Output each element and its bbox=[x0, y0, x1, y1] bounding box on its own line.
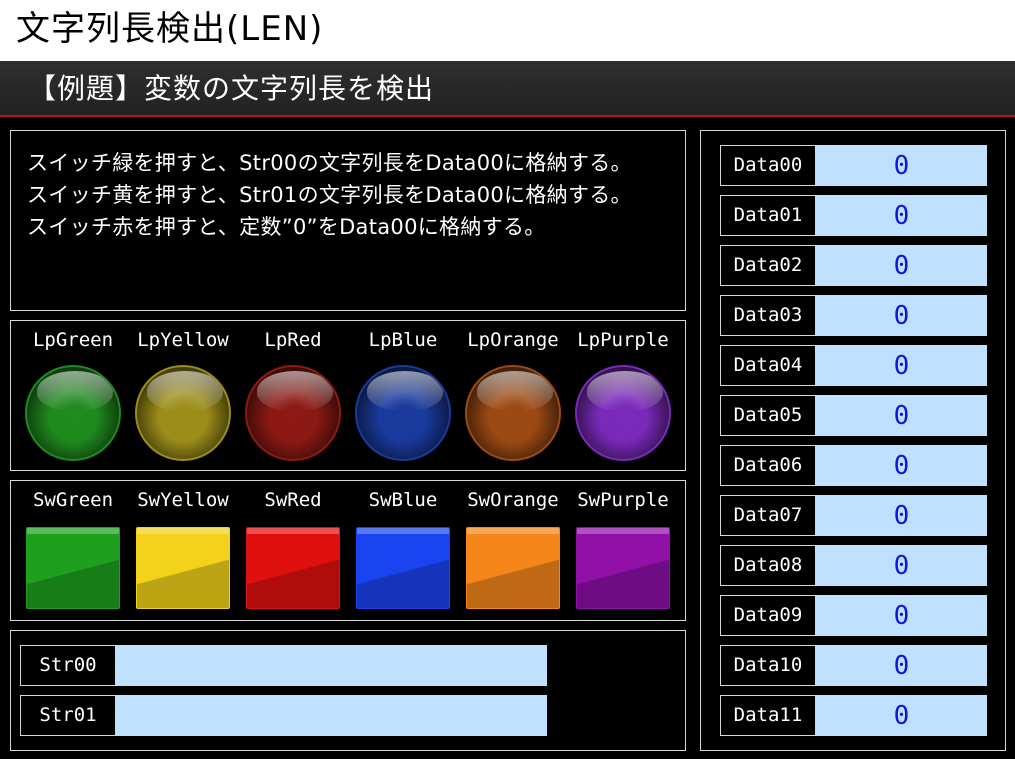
data09-label: Data09 bbox=[720, 595, 816, 636]
switch-label-orange: SwOrange bbox=[467, 489, 559, 511]
lamp-label-red: LpRed bbox=[264, 329, 322, 351]
switch-green-button[interactable] bbox=[26, 527, 120, 609]
switch-label-blue: SwBlue bbox=[368, 489, 438, 511]
data07-label: Data07 bbox=[720, 495, 816, 536]
data01-label: Data01 bbox=[720, 195, 816, 236]
switch-purple-button[interactable] bbox=[576, 527, 670, 609]
str00-input[interactable] bbox=[116, 645, 547, 686]
switch-orange-button[interactable] bbox=[466, 527, 560, 609]
str00-label: Str00 bbox=[20, 645, 116, 686]
switch-label-green: SwGreen bbox=[32, 489, 114, 511]
data11-value[interactable]: 0 bbox=[816, 695, 987, 736]
lamp-label-yellow: LpYellow bbox=[137, 329, 229, 351]
description-panel: スイッチ緑を押すと、Str00の文字列長をData00に格納する。 スイッチ黄を… bbox=[10, 130, 686, 311]
data09-value[interactable]: 0 bbox=[816, 595, 987, 636]
description-line: スイッチ赤を押すと、定数”0”をData00に格納する。 bbox=[27, 215, 546, 239]
switch-label-purple: SwPurple bbox=[577, 489, 669, 511]
data-row: Data08 0 bbox=[720, 545, 987, 586]
switch-label-red: SwRed bbox=[264, 489, 322, 511]
data08-value[interactable]: 0 bbox=[816, 545, 987, 586]
data00-label: Data00 bbox=[720, 145, 816, 186]
string-row-str00: Str00 bbox=[20, 645, 547, 686]
data06-value[interactable]: 0 bbox=[816, 445, 987, 486]
lamp-blue bbox=[355, 365, 451, 461]
data08-label: Data08 bbox=[720, 545, 816, 586]
switch-blue-button[interactable] bbox=[356, 527, 450, 609]
data02-value[interactable]: 0 bbox=[816, 245, 987, 286]
switch-panel: SwGreen SwYellow SwRed SwBlue SwOrange S… bbox=[10, 480, 686, 621]
data-row: Data06 0 bbox=[720, 445, 987, 486]
lamp-label-orange: LpOrange bbox=[467, 329, 559, 351]
subtitle-bar: 【例題】変数の文字列長を検出 bbox=[0, 61, 1015, 117]
data-row: Data04 0 bbox=[720, 345, 987, 386]
data03-value[interactable]: 0 bbox=[816, 295, 987, 336]
switch-yellow-button[interactable] bbox=[136, 527, 230, 609]
example-title: 【例題】変数の文字列長を検出 bbox=[28, 72, 435, 105]
data-row: Data11 0 bbox=[720, 695, 987, 736]
data-row: Data00 0 bbox=[720, 145, 987, 186]
switch-red-button[interactable] bbox=[246, 527, 340, 609]
lamp-purple bbox=[575, 365, 671, 461]
string-panel: Str00 Str01 bbox=[10, 630, 686, 751]
data03-label: Data03 bbox=[720, 295, 816, 336]
page-title: 文字列長検出(LEN) bbox=[16, 9, 324, 49]
description-line: スイッチ黄を押すと、Str01の文字列長をData00に格納する。 bbox=[27, 183, 632, 207]
data-row: Data09 0 bbox=[720, 595, 987, 636]
data10-value[interactable]: 0 bbox=[816, 645, 987, 686]
data06-label: Data06 bbox=[720, 445, 816, 486]
data07-value[interactable]: 0 bbox=[816, 495, 987, 536]
lamp-label-blue: LpBlue bbox=[368, 329, 438, 351]
data04-label: Data04 bbox=[720, 345, 816, 386]
lamp-label-green: LpGreen bbox=[32, 329, 114, 351]
data-row: Data07 0 bbox=[720, 495, 987, 536]
data04-value[interactable]: 0 bbox=[816, 345, 987, 386]
data00-value[interactable]: 0 bbox=[816, 145, 987, 186]
switch-label-yellow: SwYellow bbox=[137, 489, 229, 511]
description-line: スイッチ緑を押すと、Str00の文字列長をData00に格納する。 bbox=[27, 151, 632, 175]
str01-label: Str01 bbox=[20, 695, 116, 736]
data10-label: Data10 bbox=[720, 645, 816, 686]
data-row: Data03 0 bbox=[720, 295, 987, 336]
data01-value[interactable]: 0 bbox=[816, 195, 987, 236]
data11-label: Data11 bbox=[720, 695, 816, 736]
data05-value[interactable]: 0 bbox=[816, 395, 987, 436]
data-row: Data02 0 bbox=[720, 245, 987, 286]
data02-label: Data02 bbox=[720, 245, 816, 286]
lamp-yellow bbox=[135, 365, 231, 461]
string-row-str01: Str01 bbox=[20, 695, 547, 736]
lamp-red bbox=[245, 365, 341, 461]
lamp-label-purple: LpPurple bbox=[577, 329, 669, 351]
lamp-panel: LpGreen LpYellow LpRed LpBlue LpOrange L… bbox=[10, 320, 686, 471]
data-row: Data05 0 bbox=[720, 395, 987, 436]
data-register-panel: Data00 0 Data01 0 Data02 0 Data03 0 Data… bbox=[700, 130, 1006, 751]
data05-label: Data05 bbox=[720, 395, 816, 436]
lamp-green bbox=[25, 365, 121, 461]
title-bar: 文字列長検出(LEN) bbox=[0, 0, 1015, 61]
str01-input[interactable] bbox=[116, 695, 547, 736]
lamp-orange bbox=[465, 365, 561, 461]
data-row: Data10 0 bbox=[720, 645, 987, 686]
data-row: Data01 0 bbox=[720, 195, 987, 236]
